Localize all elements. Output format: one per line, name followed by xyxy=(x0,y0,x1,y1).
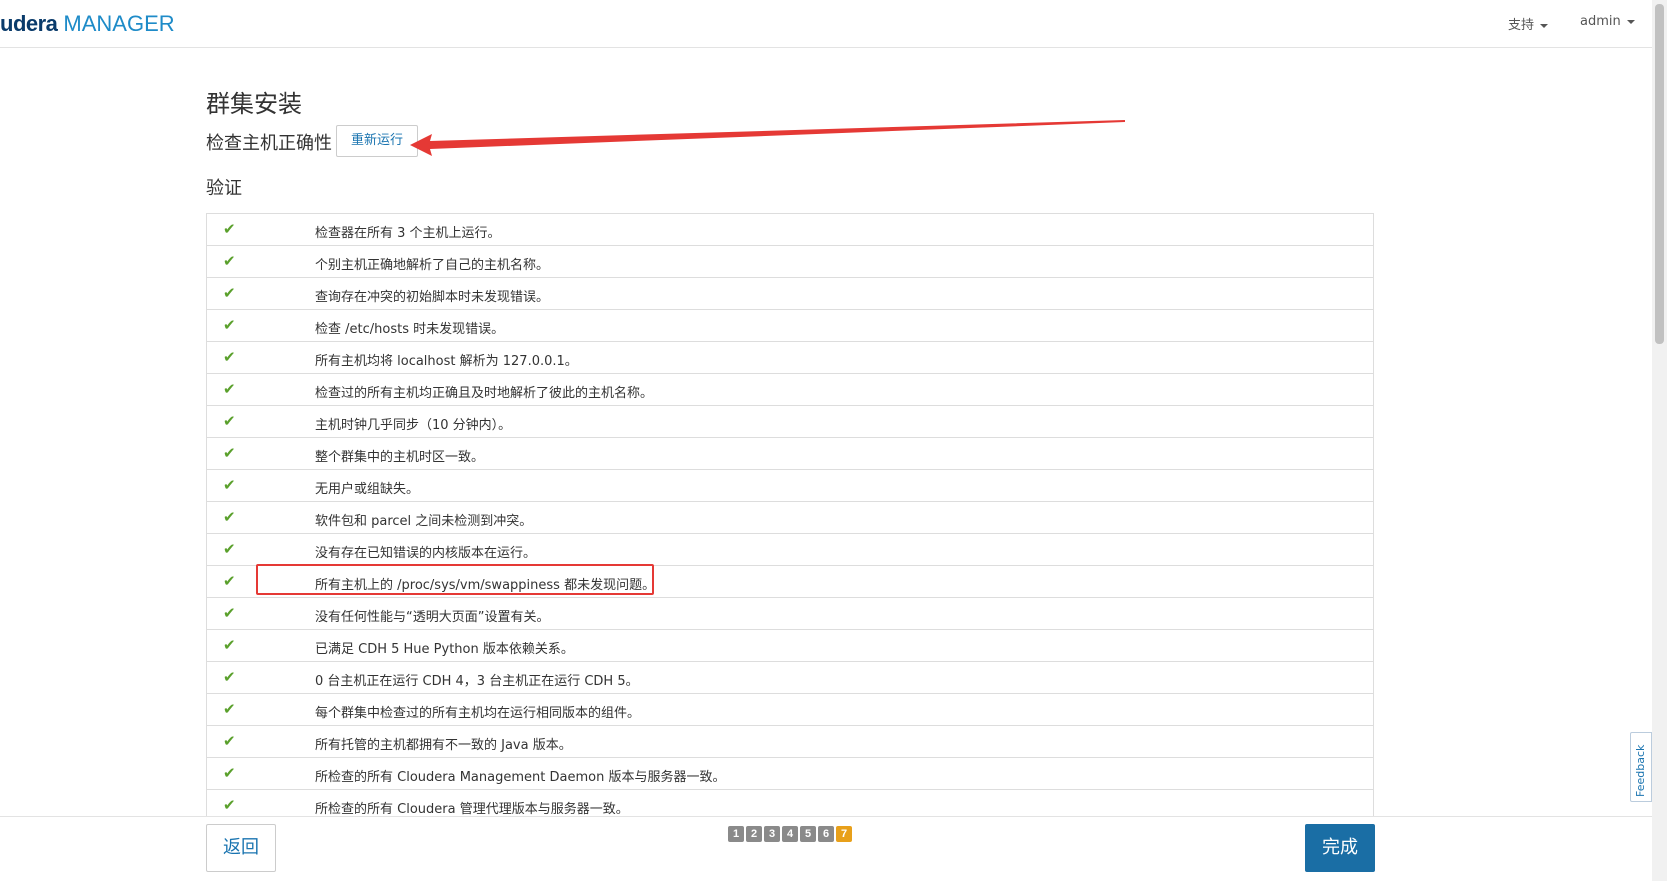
validation-row: ✔ 所有主机上的 /proc/sys/vm/swappiness 都未发现问题。 xyxy=(207,566,1373,598)
top-navbar: udera MANAGER 支持 admin xyxy=(0,0,1652,48)
finish-button[interactable]: 完成 xyxy=(1305,824,1375,872)
wizard-step-4: 4 xyxy=(782,826,798,842)
validation-message: 所有主机均将 localhost 解析为 127.0.0.1。 xyxy=(315,354,578,369)
validation-message: 查询存在冲突的初始脚本时未发现错误。 xyxy=(315,290,550,305)
wizard-step-indicator: 1234567 xyxy=(728,826,854,842)
validation-row: ✔ 没有存在已知错误的内核版本在运行。 xyxy=(207,534,1373,566)
checkmark-icon: ✔ xyxy=(223,220,236,238)
validation-row: ✔ 查询存在冲突的初始脚本时未发现错误。 xyxy=(207,278,1373,310)
logo-brand: udera xyxy=(0,11,58,36)
validation-message: 所检查的所有 Cloudera 管理代理版本与服务器一致。 xyxy=(315,802,629,817)
validation-message: 个别主机正确地解析了自己的主机名称。 xyxy=(315,258,550,273)
validation-row: ✔ 检查器在所有 3 个主机上运行。 xyxy=(207,214,1373,246)
validation-message: 已满足 CDH 5 Hue Python 版本依赖关系。 xyxy=(315,642,574,657)
checkmark-icon: ✔ xyxy=(223,572,236,590)
checkmark-icon: ✔ xyxy=(223,252,236,270)
checkmark-icon: ✔ xyxy=(223,796,236,814)
wizard-step-3: 3 xyxy=(764,826,780,842)
validation-message: 无用户或组缺失。 xyxy=(315,482,420,497)
wizard-step-7: 7 xyxy=(836,826,852,842)
validation-message: 所有主机上的 /proc/sys/vm/swappiness 都未发现问题。 xyxy=(315,578,656,593)
validation-message: 检查过的所有主机均正确且及时地解析了彼此的主机名称。 xyxy=(315,386,654,401)
validation-message: 检查器在所有 3 个主机上运行。 xyxy=(315,226,501,241)
validation-message: 所检查的所有 Cloudera Management Daemon 版本与服务器… xyxy=(315,770,726,785)
page-title: 群集安装 xyxy=(206,90,302,118)
chevron-down-icon xyxy=(1626,19,1635,24)
wizard-step-6: 6 xyxy=(818,826,834,842)
checkmark-icon: ✔ xyxy=(223,700,236,718)
user-label: admin xyxy=(1580,14,1621,29)
validation-message: 每个群集中检查过的所有主机均在运行相同版本的组件。 xyxy=(315,706,641,721)
validation-table: ✔ 检查器在所有 3 个主机上运行。 ✔ 个别主机正确地解析了自己的主机名称。 ✔ 查询存… xyxy=(206,213,1374,822)
validation-message: 主机时钟几乎同步（10 分钟内）。 xyxy=(315,418,512,433)
page-scrollbar[interactable] xyxy=(1652,0,1667,881)
validation-message: 所有托管的主机都拥有不一致的 Java 版本。 xyxy=(315,738,572,753)
validation-row: ✔ 0 台主机正在运行 CDH 4，3 台主机正在运行 CDH 5。 xyxy=(207,662,1373,694)
validation-message: 没有存在已知错误的内核版本在运行。 xyxy=(315,546,537,561)
validation-row: ✔ 检查过的所有主机均正确且及时地解析了彼此的主机名称。 xyxy=(207,374,1373,406)
wizard-step-1: 1 xyxy=(728,826,744,842)
scrollbar-thumb[interactable] xyxy=(1655,4,1664,344)
wizard-step-5: 5 xyxy=(800,826,816,842)
support-label: 支持 xyxy=(1508,18,1535,33)
checkmark-icon: ✔ xyxy=(223,636,236,654)
validation-row: ✔ 所检查的所有 Cloudera Management Daemon 版本与服务… xyxy=(207,758,1373,790)
validation-row: ✔ 无用户或组缺失。 xyxy=(207,470,1373,502)
checkmark-icon: ✔ xyxy=(223,604,236,622)
validation-row: ✔ 没有任何性能与“透明大页面”设置有关。 xyxy=(207,598,1373,630)
support-menu[interactable]: 支持 xyxy=(1508,14,1549,33)
validation-row: ✔ 检查 /etc/hosts 时未发现错误。 xyxy=(207,310,1373,342)
checkmark-icon: ✔ xyxy=(223,476,236,494)
back-button[interactable]: 返回 xyxy=(206,824,276,872)
feedback-label: Feedback xyxy=(1634,744,1647,797)
validation-row: ✔ 软件包和 parcel 之间未检测到冲突。 xyxy=(207,502,1373,534)
validation-message: 软件包和 parcel 之间未检测到冲突。 xyxy=(315,514,533,529)
checkmark-icon: ✔ xyxy=(223,508,236,526)
checkmark-icon: ✔ xyxy=(223,284,236,302)
checkmark-icon: ✔ xyxy=(223,380,236,398)
validation-message: 整个群集中的主机时区一致。 xyxy=(315,450,485,465)
checkmark-icon: ✔ xyxy=(223,412,236,430)
validation-row: ✔ 主机时钟几乎同步（10 分钟内）。 xyxy=(207,406,1373,438)
red-arrow-annotation xyxy=(410,120,1125,156)
logo-product: MANAGER xyxy=(63,11,175,36)
checkmark-icon: ✔ xyxy=(223,764,236,782)
validation-section-title: 验证 xyxy=(206,178,242,199)
checkmark-icon: ✔ xyxy=(223,316,236,334)
checkmark-icon: ✔ xyxy=(223,348,236,366)
host-inspection-title: 检查主机正确性 xyxy=(206,133,332,154)
checkmark-icon: ✔ xyxy=(223,540,236,558)
feedback-tab[interactable]: Feedback xyxy=(1630,732,1652,802)
user-menu[interactable]: admin xyxy=(1580,14,1635,29)
checkmark-icon: ✔ xyxy=(223,732,236,750)
wizard-step-2: 2 xyxy=(746,826,762,842)
validation-row: ✔ 已满足 CDH 5 Hue Python 版本依赖关系。 xyxy=(207,630,1373,662)
validation-message: 检查 /etc/hosts 时未发现错误。 xyxy=(315,322,505,337)
chevron-down-icon xyxy=(1540,23,1549,28)
rerun-button[interactable]: 重新运行 xyxy=(336,125,418,157)
cloudera-manager-logo[interactable]: udera MANAGER xyxy=(0,11,175,37)
validation-message: 0 台主机正在运行 CDH 4，3 台主机正在运行 CDH 5。 xyxy=(315,674,639,689)
validation-row: ✔ 每个群集中检查过的所有主机均在运行相同版本的组件。 xyxy=(207,694,1373,726)
checkmark-icon: ✔ xyxy=(223,668,236,686)
validation-row: ✔ 个别主机正确地解析了自己的主机名称。 xyxy=(207,246,1373,278)
validation-row: ✔ 所有托管的主机都拥有不一致的 Java 版本。 xyxy=(207,726,1373,758)
validation-row: ✔ 所有主机均将 localhost 解析为 127.0.0.1。 xyxy=(207,342,1373,374)
validation-row: ✔ 整个群集中的主机时区一致。 xyxy=(207,438,1373,470)
checkmark-icon: ✔ xyxy=(223,444,236,462)
validation-message: 没有任何性能与“透明大页面”设置有关。 xyxy=(315,610,550,625)
